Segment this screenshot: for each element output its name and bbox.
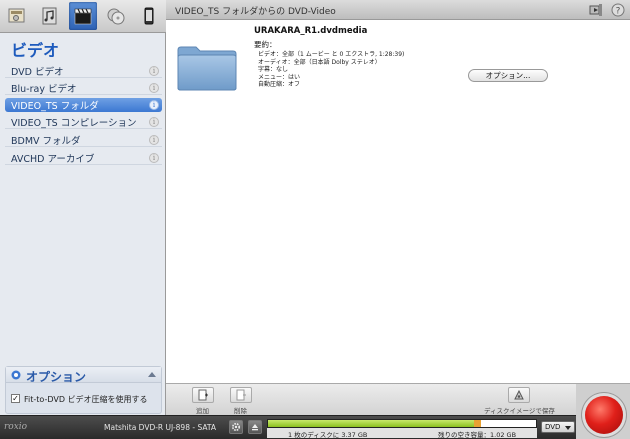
page-title: VIDEO_TS フォルダからの DVD-Video [175, 7, 336, 17]
sidebar-item-label: BDMV フォルダ [11, 135, 81, 147]
content-area: URAKARA_R1.dvdmedia 要約： ビデオ：全部（1 ムービー と … [166, 20, 630, 383]
video-clapper-icon[interactable] [69, 2, 97, 30]
options-panel-header[interactable]: オプション [6, 367, 161, 384]
sidebar-item-video-ts-compilation[interactable]: VIDEO_TS コンピレーション i [5, 115, 162, 129]
eject-button[interactable] [248, 420, 262, 434]
sidebar-item-label: AVCHD アーカイブ [11, 153, 95, 165]
sidebar-item-bdmv-folder[interactable]: BDMV フォルダ i [5, 133, 162, 147]
save-disc-image-button[interactable] [508, 387, 530, 403]
project-type-bar [0, 0, 166, 33]
svg-text:?: ? [616, 7, 621, 17]
options-icon [11, 370, 21, 380]
sidebar-item-bluray-video[interactable]: Blu-ray ビデオ i [5, 81, 162, 95]
disc-image-icon [514, 389, 524, 400]
help-icon[interactable]: ? [610, 2, 626, 18]
collapse-arrow-icon[interactable] [148, 372, 156, 377]
data-disc-icon[interactable] [3, 2, 31, 30]
info-icon[interactable]: i [149, 135, 159, 145]
remove-button[interactable] [230, 387, 252, 403]
sidebar-item-video-ts-folder[interactable]: VIDEO_TS フォルダ i [5, 98, 162, 112]
add-label: 追加 [196, 407, 209, 415]
device-icon[interactable] [135, 2, 163, 30]
sidebar-item-label: VIDEO_TS コンピレーション [11, 117, 137, 129]
capacity-bar [267, 419, 537, 428]
sidebar-item-label: DVD ビデオ [11, 66, 64, 78]
info-icon[interactable]: i [149, 66, 159, 76]
info-icon[interactable]: i [149, 153, 159, 163]
add-icon [198, 389, 208, 401]
detail-subtitles: 字幕：なし [258, 66, 289, 73]
sidebar-title: ビデオ [11, 41, 60, 60]
status-bar: roxio Matshita DVD-R UJ-898 - SATA 1 枚のデ… [0, 415, 576, 439]
file-name: URAKARA_R1.dvdmedia [254, 26, 368, 36]
disc-format-value: DVD [545, 423, 561, 431]
folder-icon [177, 46, 237, 91]
detail-auto-compress: 自動圧縮：オフ [258, 81, 301, 88]
summary-label: 要約： [254, 40, 277, 49]
sidebar-item-label: Blu-ray ビデオ [11, 83, 77, 95]
detail-menu: メニュー：はい [258, 73, 301, 81]
chevron-down-icon [565, 426, 571, 430]
save-disc-image-label: ディスクイメージで保存 [484, 407, 555, 415]
info-icon[interactable]: i [149, 100, 159, 110]
add-button[interactable] [192, 387, 214, 403]
sidebar: ビデオ DVD ビデオ i Blu-ray ビデオ i VIDEO_TS フォル… [0, 33, 166, 415]
window-header: VIDEO_TS フォルダからの DVD-Video ? [166, 0, 630, 20]
media-import-icon[interactable] [588, 2, 604, 18]
burn-record-button[interactable] [585, 396, 623, 434]
roxio-logo: roxio [4, 422, 28, 432]
options-button[interactable]: オプション... [468, 69, 548, 82]
options-panel: オプション ✓ Fit-to-DVD ビデオ圧縮を使用する [5, 366, 162, 414]
info-icon[interactable]: i [149, 117, 159, 127]
detail-audio: オーディオ：全部（日本語 Dolby ステレオ） [258, 58, 381, 66]
record-area [576, 383, 630, 439]
fit-to-dvd-checkbox[interactable]: ✓ [11, 394, 20, 403]
eject-icon [252, 424, 258, 431]
drive-label: Matshita DVD-R UJ-898 - SATA [104, 423, 217, 432]
sidebar-item-label: VIDEO_TS フォルダ [11, 101, 99, 112]
sidebar-item-avchd-archive[interactable]: AVCHD アーカイブ i [5, 151, 162, 165]
capacity-used-fill [268, 420, 475, 427]
settings-button[interactable] [229, 420, 243, 434]
details-list: ビデオ：全部（1 ムービー と 0 エクストラ, 1:28:39) オーディオ：… [258, 51, 404, 89]
free-space-label: 残りの空き容量：1.02 GB [438, 431, 517, 439]
capacity-marker [474, 420, 482, 427]
sidebar-item-dvd-video[interactable]: DVD ビデオ i [5, 64, 162, 78]
remove-label: 削除 [234, 407, 247, 415]
content-toolbar: 追加 削除 ディスクイメージで保存 [166, 383, 576, 415]
remove-icon [236, 389, 246, 401]
audio-disc-icon[interactable] [36, 2, 64, 30]
detail-video: ビデオ：全部（1 ムービー と 0 エクストラ, 1:28:39) [258, 51, 405, 58]
options-panel-title: オプション [26, 370, 87, 384]
info-icon[interactable]: i [149, 83, 159, 93]
discs-needed-label: 1 枚のディスクに 3.37 GB [288, 431, 368, 439]
fit-to-dvd-label: Fit-to-DVD ビデオ圧縮を使用する [24, 395, 148, 404]
disc-format-select[interactable]: DVD [541, 421, 575, 433]
copy-disc-icon[interactable] [102, 2, 130, 30]
gear-icon [231, 422, 241, 432]
